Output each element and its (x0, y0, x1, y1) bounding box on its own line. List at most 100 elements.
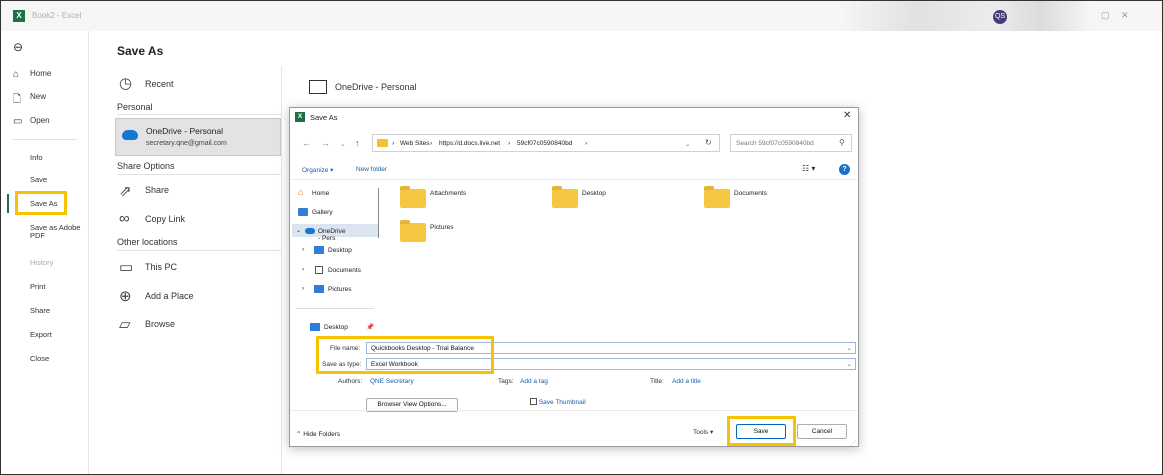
browse-label: Browse (145, 319, 176, 329)
save-thumbnail-checkbox[interactable]: Save Thumbnail (530, 398, 586, 406)
other-locations-heading: Other locations (117, 237, 178, 247)
caret-down-icon: ▾ (710, 429, 714, 436)
desktop-icon (314, 246, 324, 254)
path-web-sites[interactable]: Web Sites (400, 140, 430, 147)
tags-input[interactable]: Add a tag (520, 378, 548, 385)
pin-icon[interactable]: 📌 (366, 323, 374, 331)
address-bar[interactable]: › Web Sites › https://d.docs.live.net › … (372, 134, 720, 152)
user-avatar[interactable]: QS (993, 10, 1007, 24)
documents-icon (315, 266, 323, 274)
dialog-title: Save As (310, 113, 338, 122)
nav-close[interactable]: Close (30, 354, 49, 363)
refresh-icon[interactable]: ↻ (705, 138, 712, 147)
back-arrow-icon[interactable]: ← (302, 138, 311, 148)
dialog-title-bar: X Save As ✕ (290, 108, 858, 126)
title-label: Title: (650, 378, 664, 385)
address-dropdown-icon[interactable]: ⌄ (685, 140, 690, 148)
tree-gallery-label: Gallery (312, 209, 333, 216)
restore-window-icon[interactable]: ▢ (1101, 10, 1110, 21)
column-divider (281, 66, 282, 474)
onedrive-email: secretary.qne@gmail.com (146, 140, 227, 147)
onedrive-cloud-icon (122, 130, 138, 140)
path-docs-live[interactable]: https://d.docs.live.net (439, 140, 500, 147)
search-input[interactable]: Search 59cf07c0590840bd ⚲ (730, 134, 852, 152)
folder-icon (552, 186, 578, 208)
desktop-icon (310, 323, 320, 331)
home-icon: ⌂ (13, 69, 20, 80)
backstage-nav: ⊖ ⌂ Home 🗋 New ▭ Open Info Save Save As … (1, 31, 89, 474)
up-arrow-icon[interactable]: ↑ (355, 138, 360, 148)
authors-value[interactable]: QNE Secretary (370, 378, 414, 385)
folder-icon (400, 186, 426, 208)
gallery-icon (298, 208, 308, 216)
title-bar: X Book2 - Excel QS ▢ ✕ (1, 1, 1162, 31)
forward-arrow-icon[interactable]: → (321, 138, 330, 148)
cancel-button[interactable]: Cancel (797, 424, 847, 439)
filename-type-highlight-box (316, 336, 494, 374)
divider (117, 114, 281, 115)
recent-label: Recent (145, 79, 174, 89)
title-input[interactable]: Add a title (672, 378, 701, 385)
folder-name: Pictures (430, 224, 454, 231)
copy-link-label: Copy Link (145, 214, 186, 224)
folder-outline-icon (309, 80, 327, 94)
authors-label: Authors: (338, 378, 363, 385)
path-separator: › (430, 140, 433, 147)
folder-icon (400, 220, 426, 242)
nav-save[interactable]: Save (30, 175, 47, 184)
close-window-icon[interactable]: ✕ (1121, 10, 1129, 21)
nav-export[interactable]: Export (30, 330, 52, 339)
tree-scrollbar[interactable] (378, 188, 379, 238)
nav-print[interactable]: Print (30, 282, 45, 291)
save-as-highlight-box (15, 191, 67, 215)
path-folder-id[interactable]: 59cf07c0590840bd (517, 140, 572, 147)
folder-icon (377, 139, 388, 147)
dialog-divider (290, 410, 858, 411)
tree-documents-label: Documents (328, 267, 361, 274)
new-file-icon: 🗋 (13, 94, 22, 105)
pictures-icon (314, 285, 324, 293)
personal-heading: Personal (117, 102, 153, 112)
folder-name: Attachments (430, 190, 467, 197)
tree-desktop-label: Desktop (328, 247, 352, 254)
hide-folders-toggle[interactable]: ⌃ Hide Folders (296, 430, 340, 438)
share-label: Share (145, 185, 170, 195)
location-onedrive-personal[interactable]: OneDrive - Personal secretary.qne@gmail.… (115, 118, 281, 156)
location-list: ◷ Recent Personal OneDrive - Personal se… (111, 66, 281, 474)
new-folder-button[interactable]: New folder (356, 166, 387, 173)
chevron-right-icon[interactable]: › (302, 246, 304, 253)
tree-pictures-label: Pictures (328, 286, 352, 293)
nav-share[interactable]: Share (30, 306, 50, 315)
window-title: Book2 - Excel (32, 11, 82, 20)
organize-menu[interactable]: Organize ▾ (302, 166, 333, 174)
nav-save-as-pdf[interactable]: Save as Adobe PDF (30, 224, 82, 240)
back-arrow-icon: ⊖ (13, 40, 24, 54)
path-separator: › (585, 140, 588, 147)
search-placeholder: Search 59cf07c0590840bd (736, 140, 814, 147)
help-icon[interactable]: ? (839, 164, 850, 175)
chevron-down-icon[interactable]: ⌄ (847, 344, 852, 352)
dialog-close-icon[interactable]: ✕ (843, 110, 851, 121)
tags-label: Tags: (498, 378, 514, 385)
tree-home-label: Home (312, 190, 330, 197)
computer-icon: ▭ (119, 259, 134, 276)
nav-divider (13, 139, 77, 140)
chevron-down-icon[interactable]: ⌄ (296, 227, 301, 234)
tools-menu[interactable]: Tools ▾ (693, 428, 713, 436)
divider (117, 174, 281, 175)
globe-plus-icon: ⊕ (119, 288, 132, 305)
path-separator: › (392, 140, 395, 147)
nav-history: History (30, 258, 54, 267)
nav-info[interactable]: Info (30, 153, 43, 162)
right-onedrive-label[interactable]: OneDrive - Personal (335, 82, 417, 92)
save-thumbnail-label: Save Thumbnail (538, 399, 586, 406)
hide-folders-label: Hide Folders (303, 431, 341, 438)
recent-locations-chevron-icon[interactable]: ⌄ (340, 140, 346, 148)
chevron-down-icon[interactable]: ⌄ (847, 360, 852, 368)
resize-grip-icon[interactable]: ⋰ (850, 440, 856, 447)
share-icon: ⇗ (119, 183, 132, 200)
chevron-right-icon[interactable]: › (302, 285, 304, 292)
view-options-icon[interactable]: ☷ ▾ (802, 164, 815, 173)
chevron-right-icon[interactable]: › (302, 266, 304, 273)
tree-divider (296, 308, 374, 309)
